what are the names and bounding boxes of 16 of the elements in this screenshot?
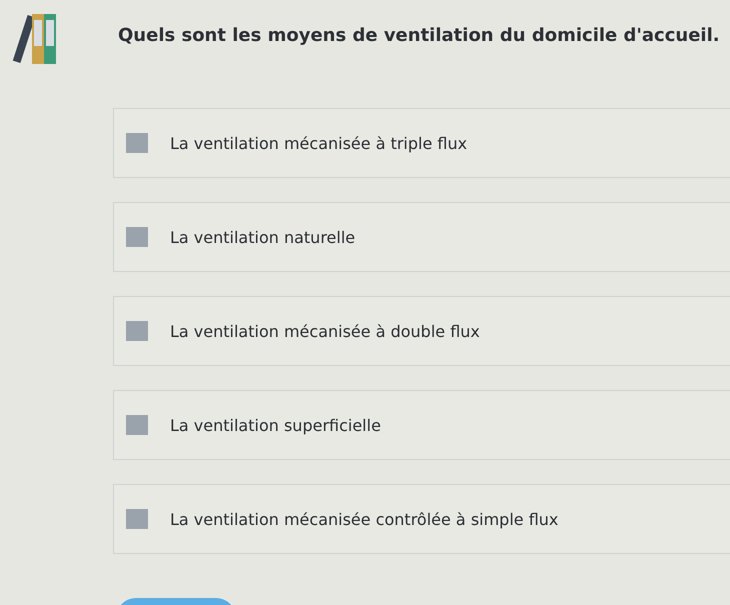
checkbox[interactable] <box>126 133 148 153</box>
answer-option[interactable]: La ventilation mécanisée contrôlée à simple flux <box>113 484 730 554</box>
answer-option[interactable]: La ventilation mécanisée à double flux <box>113 296 730 366</box>
option-label: La ventilation mécanisée à triple flux <box>170 134 468 152</box>
checkbox[interactable] <box>126 321 148 341</box>
answer-option[interactable]: La ventilation naturelle <box>113 202 730 272</box>
answer-option[interactable]: La ventilation superficielle <box>113 390 730 460</box>
checkbox[interactable] <box>126 415 148 435</box>
question-text: Quels sont les moyens de ventilation du domicile d'accueil. <box>118 24 720 46</box>
option-label: La ventilation mécanisée à double flux <box>170 322 480 340</box>
option-label: La ventilation naturelle <box>170 228 356 246</box>
option-label: La ventilation mécanisée contrôlée à simple flux <box>170 510 558 528</box>
option-label: La ventilation superficielle <box>170 416 381 434</box>
checkbox[interactable] <box>126 509 148 529</box>
answer-option[interactable]: La ventilation mécanisée à triple flux <box>113 108 730 178</box>
checkbox[interactable] <box>126 227 148 247</box>
